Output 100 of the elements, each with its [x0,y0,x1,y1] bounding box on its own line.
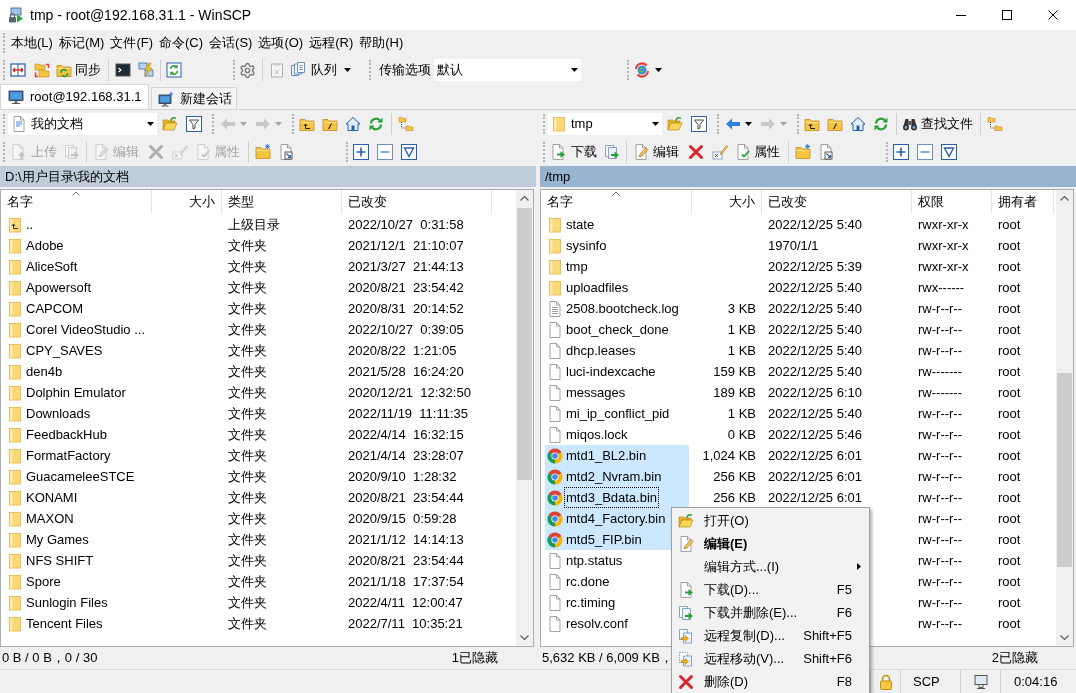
root-folder-icon[interactable] [827,116,843,132]
column-header[interactable]: 大小 [152,190,222,214]
menu-item[interactable]: 命令(C) [159,33,204,53]
refresh-icon[interactable] [368,116,384,132]
scrollbar-thumb[interactable] [517,208,532,480]
menu-item[interactable]: 远程(R) [309,33,354,53]
column-header[interactable]: 名字 [1,190,152,214]
minus-icon[interactable] [377,143,393,160]
file-link-icon[interactable] [818,143,834,160]
file-item[interactable]: 2508.bootcheck.log [545,298,689,319]
file-item[interactable]: Apowersoft [5,277,149,298]
edit-button[interactable]: 编辑 [632,140,680,163]
app-icon[interactable] [8,7,24,23]
menu-item[interactable]: 远程移动(V)... Shift+F6 [672,647,869,670]
file-item[interactable]: Adobe [5,235,149,256]
scrollbar[interactable] [516,190,533,646]
find-files-button[interactable]: 查找文件 [900,113,975,135]
new-folder-icon[interactable] [795,143,811,160]
home-icon[interactable] [850,116,866,132]
transfer-settings-field[interactable]: 默认 [434,59,581,81]
file-item[interactable]: mtd2_Nvram.bin [545,466,689,487]
delete-icon[interactable] [688,143,704,160]
globe-arrows-icon[interactable] [634,62,650,78]
scroll-down-icon[interactable] [1060,635,1069,640]
scrollbar[interactable] [1056,190,1073,646]
download-button[interactable]: 下载 [549,140,598,163]
file-item[interactable]: FormatFactory [5,445,149,466]
file-item[interactable]: messages [545,382,689,403]
synchronize-button[interactable]: 同步 [55,59,102,81]
scroll-down-icon[interactable] [520,635,529,640]
column-header[interactable]: 已改变 [342,190,492,214]
file-item[interactable]: dhcp.leases [545,340,689,361]
file-item[interactable]: MAXON [5,508,149,529]
file-item[interactable]: boot_check_done [545,319,689,340]
rename-icon[interactable] [712,143,728,160]
menu-item[interactable]: 本地(L) [11,33,53,53]
filter-icon[interactable] [186,116,202,132]
file-item[interactable]: CAPCOM [5,298,149,319]
parent-folder-icon[interactable] [299,116,315,132]
plus-icon[interactable] [353,143,369,160]
folder-open-icon[interactable] [162,116,178,132]
file-item[interactable]: mi_ip_conflict_pid [545,403,689,424]
files-arrow-icon[interactable] [604,143,620,160]
caret-icon[interactable] [655,68,662,72]
file-item[interactable]: FeedbackHub [5,424,149,445]
file-item[interactable]: Sunlogin Files [5,592,149,613]
column-header[interactable]: 大小 [692,190,762,214]
settings-icon[interactable] [239,61,256,79]
file-item[interactable]: mtd1_BL2.bin [545,445,689,466]
back-arrow-icon[interactable] [725,116,741,132]
session-tab[interactable]: 新建会话 [150,87,237,109]
file-item[interactable]: GuacameleeSTCE [5,466,149,487]
folders-sync-icon[interactable] [34,62,50,78]
file-item[interactable]: sysinfo [545,235,689,256]
file-item[interactable]: Dolphin Emulator [5,382,149,403]
menu-item[interactable]: 标记(M) [58,33,105,53]
menu-item[interactable]: 选项(O) [258,33,304,53]
refresh-box-icon[interactable] [166,62,182,78]
scrollbar-thumb[interactable] [1057,373,1072,567]
file-item[interactable]: miqos.lock [545,424,689,445]
minus-icon[interactable] [917,143,933,160]
file-item[interactable]: Corel VideoStudio ... [5,319,149,340]
file-item[interactable]: NFS SHIFT [5,550,149,571]
file-item[interactable]: Tencent Files [5,613,149,634]
file-item[interactable]: den4b [5,361,149,382]
new-folder-icon[interactable] [255,143,271,160]
column-header[interactable]: 权限 [912,190,992,214]
queue-button[interactable]: 队列 [289,59,338,81]
file-item[interactable]: .. [5,214,149,235]
session-tab[interactable]: root@192.168.31.1 [0,84,149,109]
file-item[interactable]: My Games [5,529,149,550]
folder-open-icon[interactable] [667,116,683,132]
file-item[interactable]: tmp [545,256,689,277]
menu-item[interactable]: 帮助(H) [359,33,404,53]
column-header[interactable]: 名字 [541,190,692,214]
menu-item[interactable]: 删除(D) F8 [672,670,869,693]
folder-tree-icon[interactable] [987,116,1003,132]
root-folder-icon[interactable] [322,116,338,132]
folder-tree-icon[interactable] [398,116,414,132]
scroll-up-icon[interactable] [520,196,529,201]
filter-icon[interactable] [691,116,707,132]
plus-icon[interactable] [893,143,909,160]
file-item[interactable]: luci-indexcache [545,361,689,382]
select-filter-icon[interactable] [401,143,417,160]
caret-icon[interactable] [745,122,752,126]
select-filter-icon[interactable] [941,143,957,160]
file-item[interactable]: KONAMI [5,487,149,508]
refresh-icon[interactable] [873,116,889,132]
file-item[interactable]: CPY_SAVES [5,340,149,361]
computers-lightning-icon[interactable] [138,62,154,78]
file-item[interactable]: AliceSoft [5,256,149,277]
column-header[interactable]: 类型 [222,190,342,214]
menu-item[interactable]: 文件(F) [110,33,153,53]
column-header[interactable]: 已改变 [762,190,912,214]
column-header[interactable]: 拥有者 [992,190,1054,214]
file-item[interactable]: state [545,214,689,235]
location-field[interactable]: 我的文档 [8,113,157,135]
compare-icon[interactable] [10,62,26,78]
file-item[interactable]: mtd3_Bdata.bin [545,487,689,508]
terminal-icon[interactable] [115,62,131,78]
